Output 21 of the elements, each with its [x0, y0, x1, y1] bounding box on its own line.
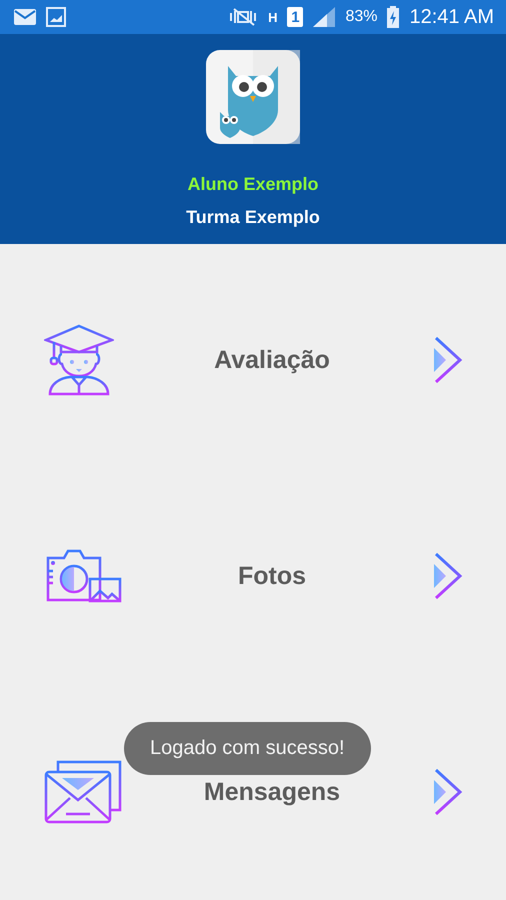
chevron-icon [432, 768, 464, 816]
sim-card-icon: 1 [287, 7, 304, 27]
chevron-icon [432, 336, 464, 384]
menu-item[interactable]: Fotos [238, 562, 332, 590]
menu-item[interactable]: Mensagens [204, 778, 366, 806]
chevron-icon [432, 552, 464, 600]
graduate-icon [44, 324, 114, 396]
envelopes-icon [44, 760, 122, 824]
menu-item[interactable]: Avaliação [214, 346, 356, 374]
network-type: H [268, 10, 278, 24]
class-name: Turma Exemplo [186, 207, 320, 228]
toast-message: Logado com sucesso! [124, 722, 371, 775]
student-name: Aluno Exemplo [187, 174, 318, 195]
signal-icon [313, 7, 336, 27]
battery-charging-icon [387, 6, 400, 28]
image-icon [46, 7, 66, 27]
battery-percentage: 83% [345, 8, 378, 26]
camera-photo-icon [44, 549, 122, 603]
vibrate-off-icon [228, 7, 258, 27]
clock: 12:41 AM [409, 6, 494, 28]
mail-icon [14, 9, 36, 25]
